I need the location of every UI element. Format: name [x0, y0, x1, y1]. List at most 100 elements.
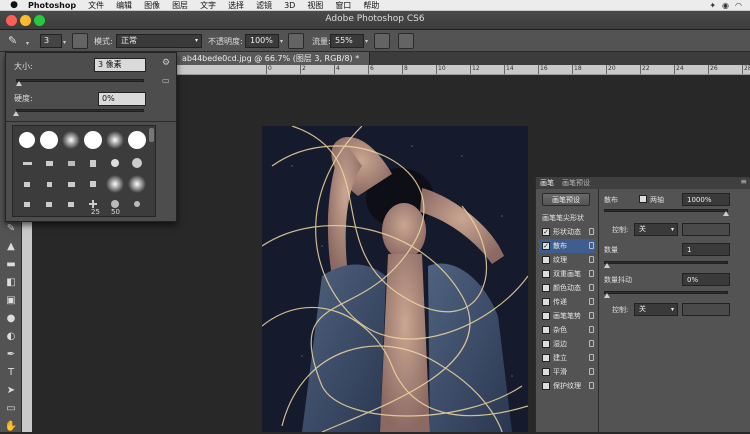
checkbox[interactable] — [542, 284, 550, 292]
scatter-slider-knob[interactable] — [723, 211, 729, 216]
lock-icon[interactable] — [589, 228, 594, 235]
list-item[interactable]: ✓ 散布 — [539, 239, 595, 253]
list-item[interactable]: 纹理 — [539, 253, 595, 267]
checkbox[interactable] — [542, 382, 550, 390]
lock-icon[interactable] — [589, 382, 594, 389]
list-item[interactable]: 双重画笔 — [539, 267, 595, 281]
eraser-icon[interactable]: ◧ — [4, 276, 18, 290]
chevron-down-icon[interactable]: ▾ — [280, 38, 283, 45]
horizontal-ruler[interactable]: 024681012141618202224262830 — [176, 65, 750, 75]
checkbox[interactable] — [542, 354, 550, 362]
lock-icon[interactable] — [589, 368, 594, 375]
brush-tool-icon[interactable]: ✎ — [4, 222, 18, 236]
brush-tip[interactable] — [39, 153, 60, 174]
flow-field[interactable]: 55% — [330, 34, 364, 48]
size-slider[interactable] — [16, 79, 144, 82]
chevron-down-icon[interactable]: ▾ — [63, 39, 66, 46]
both-axes-checkbox[interactable] — [639, 195, 647, 203]
list-item[interactable]: 保护纹理 — [539, 379, 595, 393]
brush-tip[interactable] — [61, 153, 82, 174]
scatter-field[interactable]: 1000% — [682, 193, 730, 206]
brush-tip[interactable] — [61, 130, 82, 151]
size-slider-knob[interactable] — [15, 81, 22, 86]
airbrush-icon[interactable] — [374, 33, 390, 49]
gradient-icon[interactable]: ▣ — [4, 294, 18, 308]
checkbox[interactable] — [542, 326, 550, 334]
shape-icon[interactable]: ▭ — [4, 402, 18, 416]
count-jitter-field[interactable]: 0% — [682, 273, 730, 286]
menu-app[interactable]: Photoshop — [22, 0, 82, 11]
tab-brush-presets[interactable]: 画笔预设 — [562, 178, 590, 188]
pressure-size-icon[interactable] — [398, 33, 414, 49]
brush-tip[interactable] — [17, 194, 38, 215]
list-item[interactable]: 颜色动态 — [539, 281, 595, 295]
brush-tip[interactable] — [83, 130, 104, 151]
brush-tip[interactable] — [17, 174, 38, 195]
count-jitter-slider-knob[interactable] — [604, 293, 610, 298]
brush-tip[interactable] — [105, 153, 126, 174]
control-select[interactable]: 关 ▾ — [634, 223, 678, 236]
wifi-icon[interactable]: ◠ — [735, 1, 742, 10]
circle-icon[interactable]: ◉ — [722, 1, 729, 10]
count-field[interactable]: 1 — [682, 243, 730, 256]
dodge-icon[interactable]: ◐ — [4, 330, 18, 344]
brush-tip[interactable] — [39, 194, 60, 215]
list-item[interactable]: ✓ 形状动态 — [539, 225, 595, 239]
history-brush-icon[interactable]: ▬ — [4, 258, 18, 272]
new-preset-icon[interactable]: ▭ — [162, 76, 170, 85]
menu-help[interactable]: 帮助 — [357, 0, 385, 11]
status-icon[interactable]: ✦ — [709, 1, 716, 10]
checkbox[interactable] — [542, 340, 550, 348]
lock-icon[interactable] — [589, 242, 594, 249]
checkbox[interactable] — [542, 256, 550, 264]
count-slider[interactable] — [604, 261, 728, 264]
brush-tip[interactable] — [127, 174, 148, 195]
brush-size-picker[interactable]: 3 — [40, 34, 62, 48]
brush-tip[interactable] — [83, 174, 104, 195]
brush-tip[interactable] — [39, 130, 60, 151]
chevron-down-icon[interactable]: ▾ — [365, 38, 368, 45]
brush-tip[interactable] — [39, 174, 60, 195]
menu-edit[interactable]: 编辑 — [110, 0, 138, 11]
menu-3d[interactable]: 3D — [278, 0, 301, 11]
hardness-slider-knob[interactable] — [13, 111, 19, 116]
list-item[interactable]: 画笔笔势 — [539, 309, 595, 323]
checkbox[interactable] — [542, 298, 550, 306]
checkbox[interactable]: ✓ — [542, 228, 550, 236]
gear-icon[interactable]: ⚙ — [162, 58, 170, 68]
grid-scrollbar[interactable] — [149, 128, 154, 142]
menu-view[interactable]: 视图 — [301, 0, 329, 11]
lock-icon[interactable] — [589, 340, 594, 347]
hardness-field[interactable]: 0% — [98, 92, 146, 106]
count-jitter-slider[interactable] — [604, 291, 728, 294]
checkbox[interactable] — [542, 312, 550, 320]
pressure-opacity-icon[interactable] — [288, 33, 304, 49]
size-field[interactable]: 3 像素 — [94, 58, 146, 72]
tab-brush[interactable]: 画笔 — [540, 178, 554, 188]
fade2-field[interactable] — [682, 303, 730, 316]
lock-icon[interactable] — [589, 326, 594, 333]
document-image[interactable] — [262, 126, 528, 432]
brush-tip[interactable] — [105, 130, 126, 151]
menu-window[interactable]: 窗口 — [329, 0, 357, 11]
menu-file[interactable]: 文件 — [82, 0, 110, 11]
menu-select[interactable]: 选择 — [222, 0, 250, 11]
list-item[interactable]: 画笔笔尖形状 — [539, 211, 595, 225]
brush-tip[interactable] — [83, 153, 104, 174]
lock-icon[interactable] — [589, 256, 594, 263]
list-item[interactable]: 湿边 — [539, 337, 595, 351]
checkbox[interactable] — [542, 270, 550, 278]
type-icon[interactable]: T — [4, 366, 18, 380]
list-item[interactable]: 传递 — [539, 295, 595, 309]
mode-select[interactable]: 正常 ▾ — [116, 34, 202, 48]
menu-layer[interactable]: 图层 — [166, 0, 194, 11]
scatter-slider[interactable] — [604, 209, 728, 212]
count-slider-knob[interactable] — [604, 263, 610, 268]
menu-type[interactable]: 文字 — [194, 0, 222, 11]
checkbox[interactable]: ✓ — [542, 242, 550, 250]
menu-image[interactable]: 图像 — [138, 0, 166, 11]
document-tab[interactable]: ab44bede0cd.jpg @ 66.7% (图层 3, RGB/8) * — [176, 52, 371, 65]
lock-icon[interactable] — [589, 270, 594, 277]
checkbox[interactable] — [542, 368, 550, 376]
brush-tip[interactable] — [105, 174, 126, 195]
